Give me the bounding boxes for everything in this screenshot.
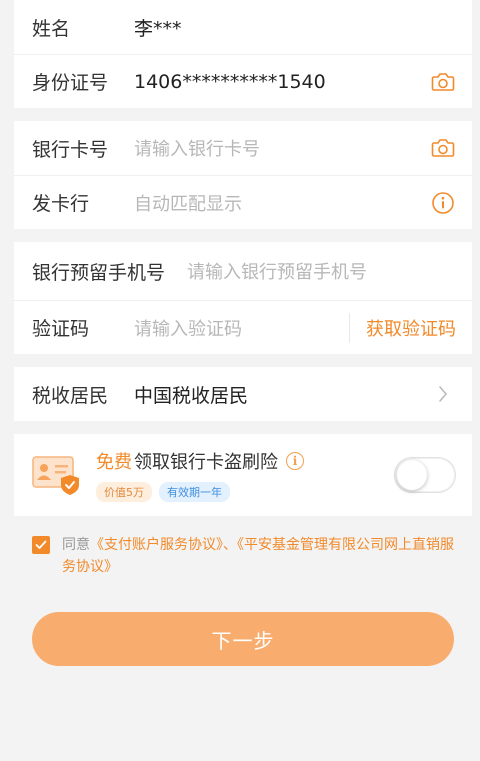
insurance-title: 免费 领取银行卡盗刷险 i xyxy=(96,448,394,474)
id-value: 1406**********1540 xyxy=(134,70,326,93)
value-badge: 价值5万 xyxy=(96,482,152,502)
info-icon[interactable] xyxy=(430,190,456,216)
tax-row[interactable]: 税收居民 中国税收居民 xyxy=(14,367,472,421)
issuer-value: 自动匹配显示 xyxy=(134,193,242,215)
agree-separator: 、 xyxy=(223,537,237,553)
issuer-row: 发卡行 自动匹配显示 xyxy=(14,175,472,229)
insurance-row: 免费 领取银行卡盗刷险 i 价值5万 有效期一年 xyxy=(14,434,472,516)
phone-input[interactable]: 请输入银行预留手机号 xyxy=(187,258,456,284)
agree-checkbox[interactable] xyxy=(32,536,50,554)
camera-icon[interactable] xyxy=(430,69,456,95)
card-number-input[interactable]: 请输入银行卡号 xyxy=(134,135,430,161)
get-code-button[interactable]: 获取验证码 xyxy=(349,312,456,343)
tax-label: 税收居民 xyxy=(32,384,109,407)
id-row: 身份证号 1406**********1540 xyxy=(14,54,472,108)
id-label: 身份证号 xyxy=(32,72,109,94)
agreement-text: 同意《支付账户服务协议》、《平安基金管理有限公司网上直销服务协议》 xyxy=(62,534,458,578)
info-icon[interactable]: i xyxy=(286,452,304,470)
free-label: 免费 xyxy=(96,452,132,473)
camera-icon[interactable] xyxy=(430,135,456,161)
code-row[interactable]: 验证码 请输入验证码 获取验证码 xyxy=(14,300,472,354)
next-button[interactable]: 下一步 xyxy=(32,612,454,666)
id-card-shield-icon xyxy=(32,453,80,497)
tax-value: 中国税收居民 xyxy=(134,384,249,407)
agree-prefix: 同意 xyxy=(62,537,90,553)
card-number-row[interactable]: 银行卡号 请输入银行卡号 xyxy=(14,121,472,175)
payment-agreement-link[interactable]: 《支付账户服务协议》 xyxy=(90,537,223,553)
code-input[interactable]: 请输入验证码 xyxy=(134,315,349,341)
code-label: 验证码 xyxy=(32,318,90,340)
validity-badge: 有效期一年 xyxy=(159,482,230,502)
issuer-label: 发卡行 xyxy=(32,193,90,215)
phone-section: 银行预留手机号 请输入银行预留手机号 验证码 请输入验证码 获取验证码 xyxy=(14,242,472,354)
name-label: 姓名 xyxy=(32,17,71,40)
insurance-toggle[interactable] xyxy=(394,457,456,493)
phone-row[interactable]: 银行预留手机号 请输入银行预留手机号 xyxy=(14,242,472,300)
name-row: 姓名 李*** xyxy=(14,0,472,54)
name-value: 李*** xyxy=(134,17,182,40)
insurance-badges: 价值5万 有效期一年 xyxy=(96,482,394,502)
bank-section: 银行卡号 请输入银行卡号 发卡行 自动匹配显示 xyxy=(14,121,472,229)
form-page: 姓名 李*** 身份证号 1406**********1540 银行卡号 请输入… xyxy=(14,0,472,761)
tax-section[interactable]: 税收居民 中国税收居民 xyxy=(14,367,472,421)
insurance-text: 免费 领取银行卡盗刷险 i 价值5万 有效期一年 xyxy=(96,448,394,502)
insurance-section: 免费 领取银行卡盗刷险 i 价值5万 有效期一年 xyxy=(14,434,472,516)
check-icon xyxy=(35,540,47,549)
card-number-label: 银行卡号 xyxy=(32,138,109,161)
agreement: 同意《支付账户服务协议》、《平安基金管理有限公司网上直销服务协议》 xyxy=(14,516,472,578)
insurance-title-text: 领取银行卡盗刷险 xyxy=(134,452,278,473)
identity-section: 姓名 李*** 身份证号 1406**********1540 xyxy=(14,0,472,108)
toggle-knob xyxy=(397,460,427,490)
chevron-right-icon[interactable] xyxy=(430,381,456,407)
phone-label: 银行预留手机号 xyxy=(32,261,166,284)
